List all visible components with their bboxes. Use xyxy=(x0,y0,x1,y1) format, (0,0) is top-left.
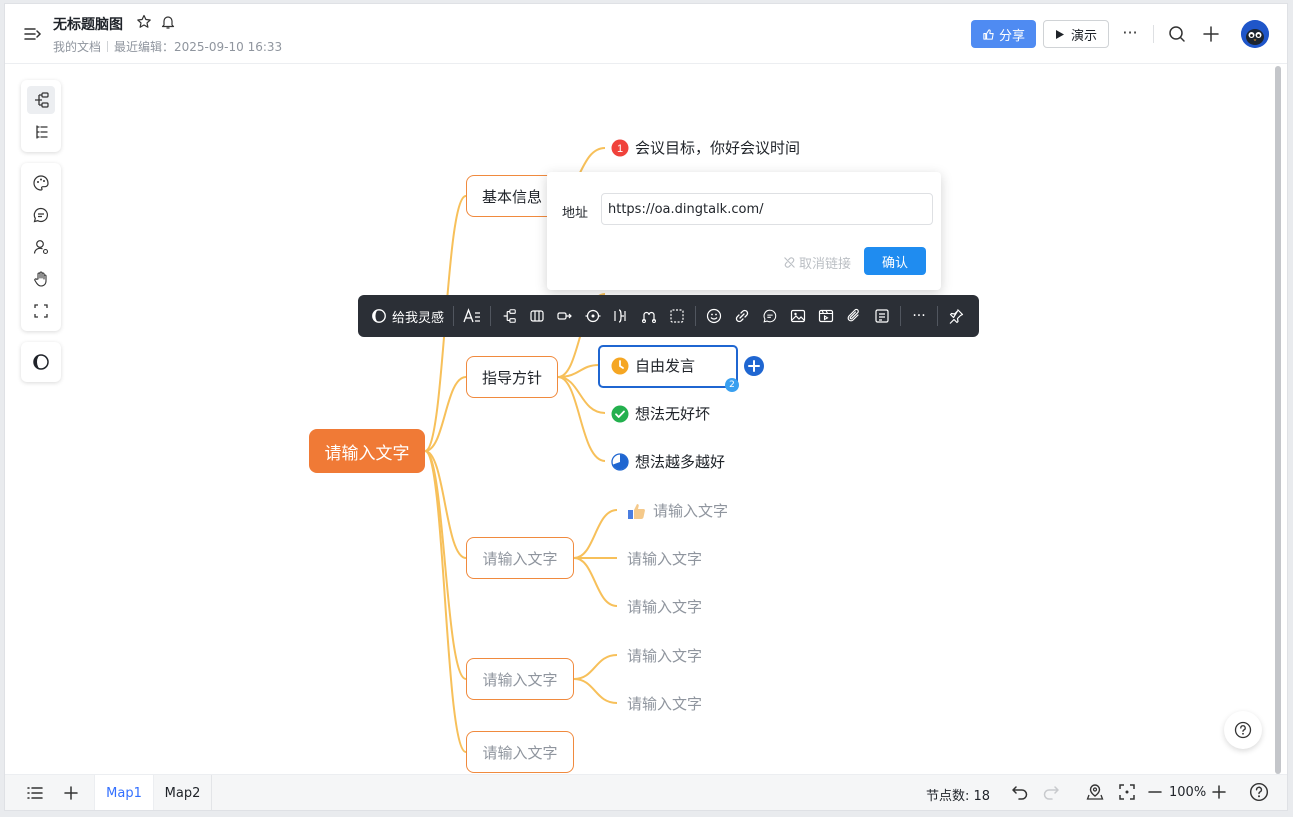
tab-map1[interactable]: Map1 xyxy=(94,775,154,810)
frame-select-icon[interactable] xyxy=(663,302,691,330)
pin-icon[interactable] xyxy=(942,302,970,330)
node-count: 节点数: 18 xyxy=(926,789,991,804)
url-input[interactable]: https://oa.dingtalk.com/ xyxy=(601,193,933,225)
leaf-node[interactable]: 请输入文字 xyxy=(627,645,702,666)
zoom-out-icon[interactable] xyxy=(1145,782,1165,802)
bottom-bar: Map1 Map2 节点数: 18 100% xyxy=(5,774,1287,810)
divider xyxy=(453,306,455,326)
link-popup: 地址 https://oa.dingtalk.com/ 取消链接 确认 xyxy=(547,172,941,290)
undo-icon[interactable] xyxy=(1010,782,1030,802)
emoji-icon[interactable] xyxy=(700,302,728,330)
map-locate-icon[interactable] xyxy=(1085,782,1105,802)
format-toolbar: 给我灵感 ··· xyxy=(358,295,979,337)
branch-node[interactable]: 请输入文字 xyxy=(466,658,574,700)
zoom-level[interactable]: 100% xyxy=(1169,785,1206,800)
branch-node[interactable]: 基本信息 xyxy=(466,175,558,217)
svg-text:1: 1 xyxy=(617,143,623,155)
inspire-button[interactable]: 给我灵感 xyxy=(366,307,449,326)
plus-icon xyxy=(748,360,760,372)
list-icon[interactable] xyxy=(25,783,45,803)
leaf-node[interactable]: 1 会议目标，你好会议时间 xyxy=(611,137,800,158)
comment-icon[interactable] xyxy=(756,302,784,330)
divider xyxy=(900,306,902,326)
address-label: 地址 xyxy=(562,206,589,221)
link-icon[interactable] xyxy=(728,302,756,330)
confirm-button[interactable]: 确认 xyxy=(864,247,926,275)
progress-pie-icon xyxy=(611,452,629,471)
check-icon xyxy=(611,405,629,422)
more-icon[interactable]: ··· xyxy=(905,302,933,330)
ai-inspire-icon xyxy=(372,309,386,323)
divider xyxy=(937,306,939,326)
redo-icon[interactable] xyxy=(1041,782,1061,802)
branch-node[interactable]: 请输入文字 xyxy=(466,731,574,773)
attachment-icon[interactable] xyxy=(840,302,868,330)
text-style-icon[interactable] xyxy=(458,302,486,330)
video-icon[interactable] xyxy=(812,302,840,330)
leaf-label: 自由发言 xyxy=(635,357,696,375)
app-window: 无标题脑图 我的文档 最近编辑：2025-09-10 16:33 分享 演示 ·… xyxy=(4,3,1288,811)
collapse-count-badge[interactable]: 2 xyxy=(725,378,739,392)
leaf-label: 想法越多越好 xyxy=(635,453,726,471)
leaf-label: 会议目标，你好会议时间 xyxy=(635,139,801,157)
leaf-node[interactable]: 请输入文字 xyxy=(627,596,702,617)
relation-icon[interactable] xyxy=(635,302,663,330)
leaf-label: 想法无好坏 xyxy=(635,405,711,423)
leaf-node[interactable]: 请输入文字 xyxy=(627,500,728,521)
target-icon[interactable] xyxy=(579,302,607,330)
fit-view-icon[interactable] xyxy=(1117,782,1137,802)
leaf-label: 请输入文字 xyxy=(653,502,729,520)
subtopic-icon[interactable] xyxy=(495,302,523,330)
root-node[interactable]: 请输入文字 xyxy=(309,429,425,473)
help-icon[interactable] xyxy=(1249,782,1269,802)
connect-icon[interactable] xyxy=(551,302,579,330)
leaf-node[interactable]: 想法无好坏 xyxy=(611,403,710,424)
branch-node[interactable]: 指导方针 xyxy=(466,356,558,398)
divider xyxy=(695,306,697,326)
leaf-node[interactable]: 请输入文字 xyxy=(627,548,702,569)
inspire-label: 给我灵感 xyxy=(392,310,445,326)
help-button[interactable] xyxy=(1224,711,1262,749)
tab-map2[interactable]: Map2 xyxy=(154,775,212,810)
branch-node[interactable]: 请输入文字 xyxy=(466,537,574,579)
zoom-in-icon[interactable] xyxy=(1209,782,1229,802)
summary-icon[interactable] xyxy=(607,302,635,330)
note-icon[interactable] xyxy=(868,302,896,330)
add-sheet-icon[interactable] xyxy=(61,783,81,803)
add-child-button[interactable] xyxy=(744,356,764,376)
priority-1-icon: 1 xyxy=(611,139,629,156)
thumbs-up-icon xyxy=(628,503,645,519)
leaf-node-selected[interactable]: 自由发言 xyxy=(611,355,695,376)
unlink-label: 取消链接 xyxy=(799,257,852,272)
question-icon xyxy=(1234,721,1252,739)
vertical-scrollbar[interactable] xyxy=(1275,66,1281,774)
unlink-button[interactable]: 取消链接 xyxy=(783,253,851,272)
image-icon[interactable] xyxy=(784,302,812,330)
leaf-node[interactable]: 想法越多越好 xyxy=(611,451,725,472)
leaf-node[interactable]: 请输入文字 xyxy=(627,693,702,714)
unlink-icon xyxy=(784,257,795,268)
sibling-topic-icon[interactable] xyxy=(523,302,551,330)
progress-clock-icon xyxy=(611,357,629,374)
divider xyxy=(490,306,492,326)
